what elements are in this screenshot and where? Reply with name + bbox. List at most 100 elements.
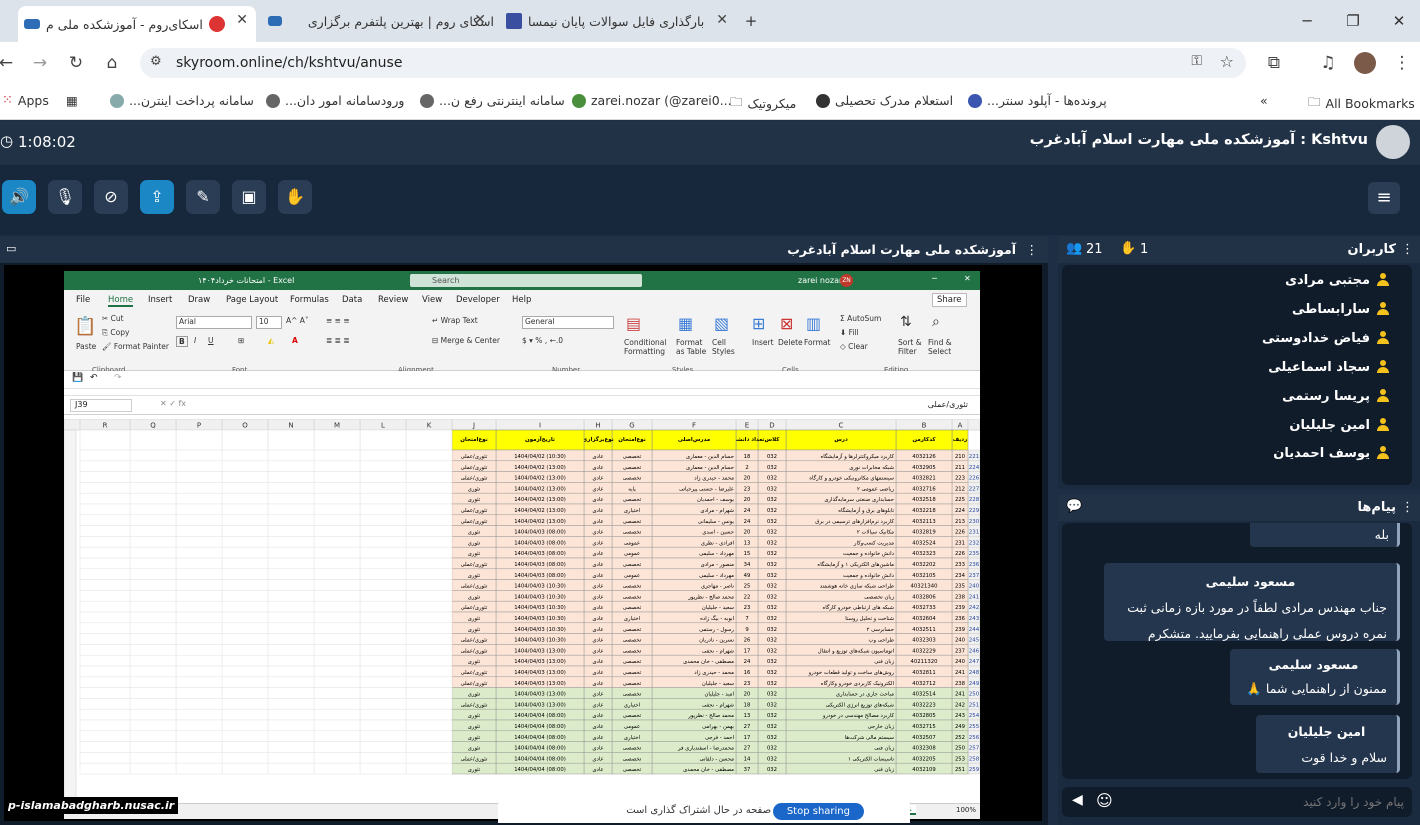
number-format-select[interactable]: General — [522, 316, 614, 329]
site-info-icon[interactable]: ⚙ — [150, 54, 162, 69]
font-color-icon[interactable]: A — [292, 336, 298, 345]
bookmark-apps[interactable]: ⁙ Apps — [2, 93, 49, 108]
conditional-formatting-icon[interactable]: ▤ — [626, 314, 641, 333]
name-box[interactable]: J39 — [70, 399, 132, 412]
speaker-icon[interactable]: 🔊 — [2, 180, 36, 214]
tab-help[interactable]: Help — [512, 295, 531, 305]
autosum-button[interactable]: Σ AutoSum — [840, 314, 881, 323]
delete-cells-button[interactable]: Delete — [778, 338, 803, 347]
bookmark-upload-center[interactable]: پرونده‌ها - آپلود سنتر... — [968, 93, 1107, 108]
excel-minimize-icon[interactable]: ─ — [932, 274, 937, 283]
merge-center-button[interactable]: ⊟ Merge & Center — [432, 336, 500, 345]
pen-icon[interactable]: ✎ — [186, 180, 220, 214]
close-tab-icon[interactable]: ✕ — [716, 12, 728, 28]
tab-data[interactable]: Data — [342, 295, 362, 305]
tab-skyroom-platform[interactable]: اسکای روم | بهترین پلتفرم برگزاری ✕ — [262, 6, 494, 36]
bookmark-mikrotik[interactable]: 🗀 میکروتیک — [730, 93, 796, 114]
redo-icon[interactable]: ↷ — [114, 373, 122, 383]
hand-icon[interactable]: ✋ — [278, 180, 312, 214]
emoji-icon[interactable]: ☺ — [1096, 791, 1113, 810]
list-item[interactable]: فیاض خدادوستی — [1262, 327, 1390, 349]
save-icon[interactable]: 💾 — [72, 373, 83, 383]
more-menu-icon[interactable]: ⋮ — [1390, 52, 1414, 74]
bookmark-degree-inquiry[interactable]: استعلام مدرک تحصیلی — [816, 93, 953, 108]
key-icon[interactable]: ⚿ — [1191, 53, 1202, 69]
align-left-icon[interactable]: ≣ ≣ ≣ — [326, 336, 350, 345]
extensions-icon[interactable]: ⧉ — [1262, 52, 1286, 74]
cell-styles-icon[interactable]: ▧ — [714, 314, 729, 333]
format-cells-icon[interactable]: ▥ — [806, 314, 821, 333]
tab-skyroom[interactable]: اسکای‌روم - آموزشکده ملی م ✕ — [18, 6, 256, 42]
panel-menu-icon[interactable]: ⋮ — [1401, 500, 1414, 515]
back-icon[interactable]: ← — [0, 52, 18, 74]
tab-formulas[interactable]: Formulas — [290, 295, 329, 305]
sort-filter-button[interactable]: Sort & Filter — [898, 338, 928, 356]
url-field[interactable]: ⚙ skyroom.online/ch/kshtvu/anuse ⚿ ☆ — [140, 48, 1246, 78]
fill-color-icon[interactable]: ◭ — [268, 336, 274, 345]
mic-off-icon[interactable]: 🎙 — [48, 180, 82, 214]
screen-icon[interactable]: ▭ — [6, 242, 16, 255]
home-icon[interactable]: ⌂ — [100, 52, 124, 74]
close-tab-icon[interactable]: ✕ — [236, 12, 248, 28]
chat-input[interactable] — [1144, 791, 1404, 813]
format-painter-button[interactable]: 🖌 Format Painter — [102, 342, 169, 351]
format-as-table-button[interactable]: Format as Table — [676, 338, 712, 356]
find-select-button[interactable]: Find & Select — [928, 338, 960, 356]
hamburger-menu-icon[interactable]: ≡ — [1368, 182, 1400, 214]
reload-icon[interactable]: ↻ — [64, 52, 88, 74]
list-item[interactable]: پریسا رستمی — [1282, 385, 1390, 407]
file-icon[interactable]: ▣ — [232, 180, 266, 214]
bookmarks-overflow-icon[interactable]: « — [1260, 93, 1268, 108]
list-item[interactable]: مجتبی مرادی — [1285, 269, 1390, 291]
bookmark-internet-system[interactable]: سامانه اینترنتی رفع ن... — [420, 93, 565, 108]
bookmark-payment[interactable]: سامانه پرداخت اینترن... — [110, 93, 254, 108]
insert-cells-button[interactable]: Insert — [752, 338, 774, 347]
tab-groups-icon[interactable]: ▦ — [66, 93, 78, 108]
excel-close-icon[interactable]: ✕ — [964, 274, 971, 283]
stop-sharing-button[interactable]: Stop sharing — [772, 803, 864, 820]
list-item[interactable]: امین جلیلیان — [1289, 414, 1390, 436]
close-tab-icon[interactable]: ✕ — [474, 12, 486, 28]
share-button[interactable]: Share — [932, 293, 967, 307]
conditional-formatting-button[interactable]: Conditional Formatting — [624, 338, 672, 356]
zoom-level[interactable]: 100% — [956, 806, 976, 814]
font-name-select[interactable]: Arial — [176, 316, 252, 329]
number-format-icons[interactable]: $ ▾ % , ←.0 — [522, 336, 563, 345]
panel-menu-icon[interactable]: ⋮ — [1401, 242, 1414, 257]
all-bookmarks[interactable]: 🗀 All Bookmarks — [1308, 93, 1415, 114]
paste-icon[interactable]: 📋 — [74, 316, 96, 337]
minimize-button[interactable]: ─ — [1292, 8, 1322, 34]
format-table-icon[interactable]: ▦ — [678, 314, 693, 333]
clear-button[interactable]: ◇ Clear — [840, 342, 868, 351]
media-icon[interactable]: ♫ — [1316, 52, 1340, 74]
tab-developer[interactable]: Developer — [456, 295, 500, 305]
wrap-text-button[interactable]: ↵ Wrap Text — [432, 316, 478, 325]
find-select-icon[interactable]: ⌕ — [932, 314, 940, 330]
tab-upload-questions[interactable]: بارگذاری فایل سوالات پایان نیمسا ✕ — [500, 6, 736, 36]
formula-buttons-icon[interactable]: ✕ ✓ fx — [160, 399, 186, 408]
star-icon[interactable]: ☆ — [1220, 52, 1234, 71]
spreadsheet-grid[interactable]: A B C D E F G H I J K L M N O P Q R رديف کدکارمن درس کلاس تعدا… — [64, 419, 980, 811]
tab-page-layout[interactable]: Page Layout — [226, 295, 278, 305]
screen-share-icon[interactable]: ⇪ — [140, 180, 174, 214]
tab-review[interactable]: Review — [378, 295, 408, 305]
list-item[interactable]: سارابساطی — [1292, 298, 1390, 320]
undo-icon[interactable]: ↶ — [90, 373, 98, 383]
underline-button[interactable]: U — [208, 336, 214, 345]
excel-search-box[interactable]: Search — [410, 274, 642, 287]
align-top-icon[interactable]: ≡ ≡ ≡ — [326, 316, 350, 325]
tab-view[interactable]: View — [422, 295, 442, 305]
send-icon[interactable]: ◀ — [1072, 792, 1083, 808]
list-item[interactable]: سجاد اسماعیلی — [1268, 356, 1390, 378]
tab-file[interactable]: File — [76, 295, 90, 305]
camera-off-icon[interactable]: ⊘ — [94, 180, 128, 214]
tab-draw[interactable]: Draw — [188, 295, 210, 305]
copy-button[interactable]: ⎘ Copy — [102, 328, 129, 338]
maximize-button[interactable]: ❐ — [1338, 8, 1368, 34]
fill-button[interactable]: ⬇ Fill — [840, 328, 859, 337]
avatar[interactable] — [1376, 125, 1410, 159]
font-size-select[interactable]: 10 — [256, 316, 282, 329]
bold-button[interactable]: B — [176, 336, 188, 347]
tab-insert[interactable]: Insert — [148, 295, 172, 305]
formula-value[interactable]: تئوری/عملی — [928, 400, 968, 409]
